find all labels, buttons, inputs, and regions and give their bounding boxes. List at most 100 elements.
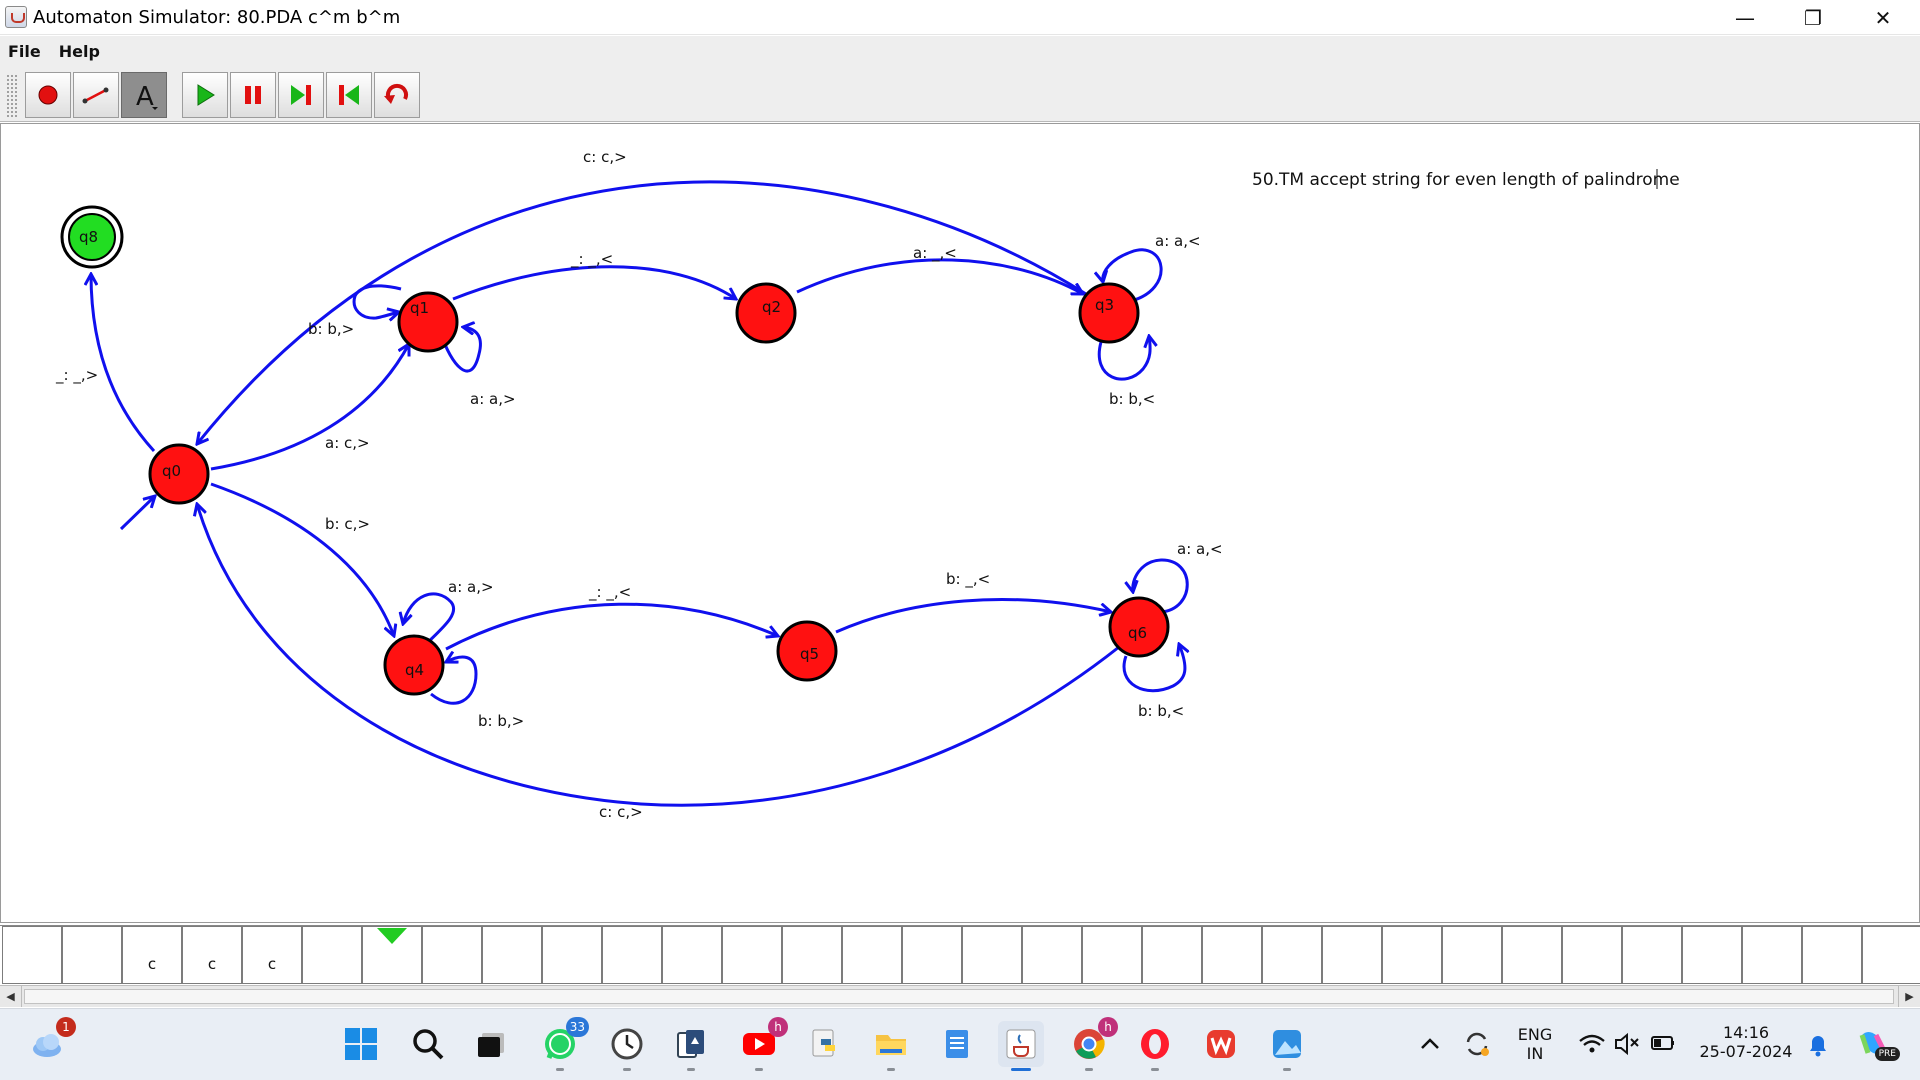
tape-cell[interactable] [542, 926, 602, 984]
tape-cell[interactable] [662, 926, 722, 984]
tape-cell[interactable] [2, 926, 62, 984]
step-button[interactable] [278, 72, 324, 118]
active-indicator [1011, 1068, 1031, 1071]
weather-widget[interactable]: 1 [24, 1017, 76, 1067]
youtube-app[interactable]: h [736, 1017, 788, 1071]
tape-cell[interactable] [902, 926, 962, 984]
scrollbar-thumb[interactable] [24, 989, 1894, 1004]
solitaire-app[interactable] [668, 1021, 714, 1071]
state-q5[interactable]: q5 [776, 620, 838, 682]
toolbar: A [0, 66, 1920, 122]
state-tool-button[interactable] [25, 72, 71, 118]
clock[interactable]: 14:16 25-07-2024 [1690, 1023, 1802, 1061]
tape-cell[interactable] [482, 926, 542, 984]
state-q1[interactable]: q1 [397, 291, 459, 353]
state-q2[interactable]: q2 [735, 282, 797, 344]
notifications-button[interactable] [1798, 1021, 1838, 1067]
menu-help[interactable]: Help [59, 42, 100, 61]
tape-cell[interactable] [1322, 926, 1382, 984]
undo-button[interactable] [374, 72, 420, 118]
tape-cell[interactable] [1082, 926, 1142, 984]
tape-cell[interactable] [1682, 926, 1742, 984]
state-q4[interactable]: q4 [383, 634, 445, 696]
step-forward-icon [291, 85, 311, 105]
maximize-button[interactable]: ❐ [1778, 0, 1848, 35]
tape[interactable]: ccc [0, 925, 1920, 984]
window-title: Automaton Simulator: 80.PDA c^m b^m [33, 6, 401, 28]
tape-cell[interactable] [1442, 926, 1502, 984]
tape-cell[interactable] [842, 926, 902, 984]
tape-scrollbar[interactable]: ◀ ▶ [0, 985, 1920, 1007]
tape-cell[interactable] [1022, 926, 1082, 984]
sync-status[interactable] [1455, 1021, 1499, 1067]
tape-cell[interactable] [1502, 926, 1562, 984]
opera-app[interactable] [1132, 1021, 1178, 1071]
run-button[interactable] [182, 72, 228, 118]
tape-cell[interactable] [422, 926, 482, 984]
state-label: q8 [79, 228, 98, 246]
svg-text:A: A [136, 82, 154, 111]
automaton-canvas[interactable]: c: c,> _: _,< a: _,< a: a,< b: b,< b: b,… [0, 123, 1920, 923]
tape-cell[interactable] [302, 926, 362, 984]
clock-icon [611, 1028, 643, 1060]
edge-q0-q8 [91, 274, 156, 453]
tape-cell[interactable] [1262, 926, 1322, 984]
tape-cell[interactable] [1742, 926, 1802, 984]
tape-head-marker[interactable] [377, 928, 407, 944]
pause-button[interactable] [230, 72, 276, 118]
start-button[interactable] [338, 1021, 384, 1067]
wps-office-app[interactable] [1198, 1021, 1244, 1067]
tape-cell[interactable] [1202, 926, 1262, 984]
notepad-app[interactable] [934, 1021, 980, 1067]
clock-app[interactable] [604, 1021, 650, 1071]
reset-button[interactable] [326, 72, 372, 118]
tape-cell[interactable] [1622, 926, 1682, 984]
python-app[interactable] [802, 1021, 848, 1067]
whatsapp-app[interactable]: 33 [537, 1017, 589, 1071]
edge-label: c: c,> [583, 148, 627, 166]
tape-cell[interactable] [962, 926, 1022, 984]
tape-cell[interactable] [1382, 926, 1442, 984]
scroll-left-arrow-icon[interactable]: ◀ [0, 986, 22, 1007]
tape-cell[interactable] [1142, 926, 1202, 984]
notepad-icon [946, 1030, 968, 1058]
language-indicator[interactable]: ENG IN [1505, 1025, 1565, 1063]
state-q8[interactable]: q8 [60, 205, 124, 269]
tape-cell[interactable]: c [182, 926, 242, 984]
chrome-app[interactable]: h [1066, 1017, 1118, 1071]
running-indicator [623, 1068, 631, 1071]
search-button[interactable] [405, 1021, 451, 1067]
tape-cell[interactable]: c [122, 926, 182, 984]
state-q3[interactable]: q3 [1078, 282, 1140, 344]
diagram-note[interactable]: 50.TM accept string for even length of p… [1252, 170, 1680, 190]
state-q0[interactable]: q0 [148, 443, 210, 505]
tape-cell[interactable] [1862, 926, 1920, 984]
photos-app[interactable] [1264, 1021, 1310, 1071]
tape-cell[interactable]: c [242, 926, 302, 984]
pause-icon [245, 86, 261, 104]
tape-cell[interactable] [62, 926, 122, 984]
java-app[interactable] [998, 1021, 1044, 1071]
tape-cell[interactable] [1562, 926, 1622, 984]
task-view-button[interactable] [468, 1021, 514, 1067]
title-bar: Automaton Simulator: 80.PDA c^m b^m — ❐ … [0, 0, 1920, 35]
state-q6[interactable]: q6 [1108, 596, 1170, 658]
tape-cell[interactable] [1802, 926, 1862, 984]
tape-cell[interactable] [602, 926, 662, 984]
edge-label: _: _,< [570, 250, 613, 269]
tape-cell[interactable] [722, 926, 782, 984]
minimize-button[interactable]: — [1710, 0, 1780, 35]
close-button[interactable]: ✕ [1848, 0, 1918, 35]
system-status[interactable] [1572, 1021, 1682, 1067]
tape-cell[interactable] [782, 926, 842, 984]
file-explorer-app[interactable] [868, 1021, 914, 1071]
menu-file[interactable]: File [8, 42, 41, 61]
copilot-button[interactable]: PRE [1850, 1021, 1900, 1067]
scroll-right-arrow-icon[interactable]: ▶ [1898, 986, 1920, 1007]
toolbar-grip-handle[interactable] [6, 74, 18, 118]
automaton-diagram[interactable]: c: c,> _: _,< a: _,< a: a,< b: b,< b: b,… [1, 124, 1919, 922]
show-hidden-icons-button[interactable] [1410, 1021, 1450, 1067]
transition-tool-button[interactable] [73, 72, 119, 118]
profile-badge: h [768, 1017, 788, 1037]
text-tool-button[interactable]: A [121, 72, 167, 118]
